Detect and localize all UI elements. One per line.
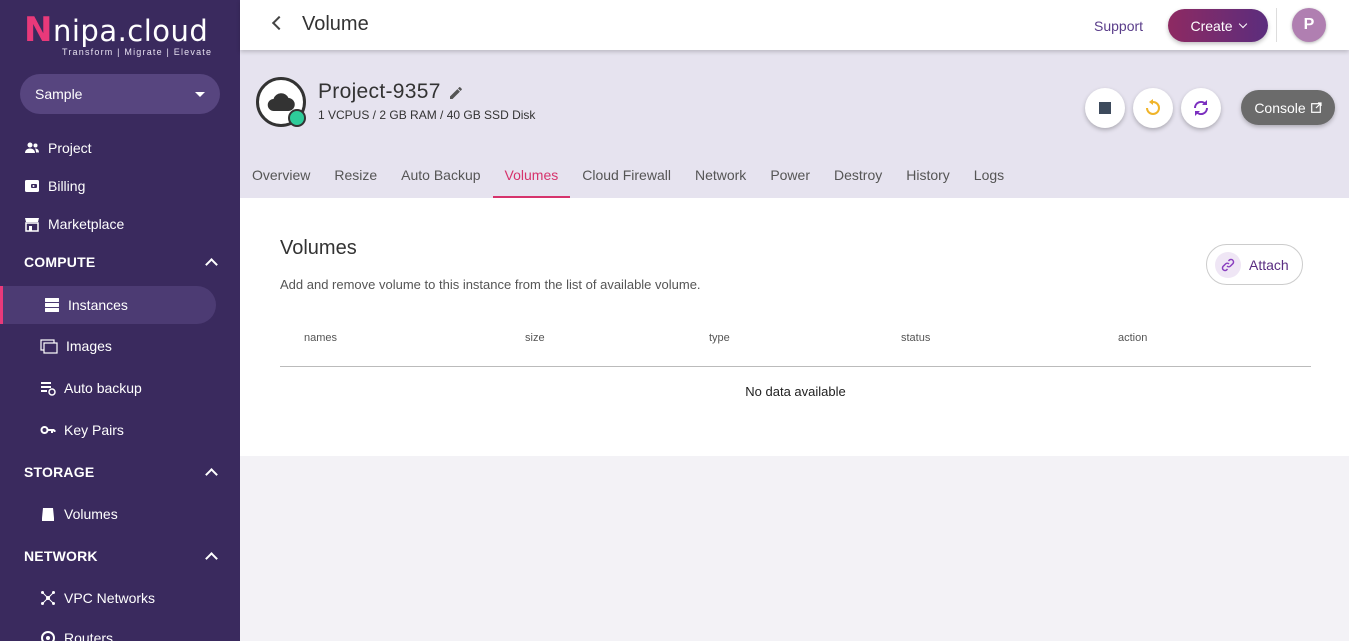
caret-down-icon [195, 91, 205, 97]
tab-power[interactable]: Power [758, 153, 822, 198]
sidebar-item-auto-backup[interactable]: Auto backup [40, 370, 142, 406]
chevron-up-icon [205, 468, 218, 481]
sidebar-item-routers[interactable]: Routers [40, 620, 113, 641]
sidebar-item-label: Images [66, 338, 112, 354]
disk-icon [40, 506, 56, 522]
external-link-icon [1310, 102, 1322, 113]
server-icon [44, 297, 60, 313]
rebuild-button[interactable] [1181, 88, 1221, 128]
people-icon [24, 140, 40, 156]
logo-text: nipa.cloud [52, 14, 209, 48]
key-icon [40, 422, 56, 438]
sidebar-item-project[interactable]: Project [24, 130, 92, 166]
pencil-icon[interactable] [449, 86, 463, 105]
volumes-panel: Volumes Add and remove volume to this in… [240, 198, 1349, 456]
tab-history[interactable]: History [894, 153, 962, 198]
brand-logo[interactable]: Nnipa.cloud Transform | Migrate | Elevat… [24, 13, 213, 57]
divider [1276, 8, 1277, 42]
link-icon [1215, 251, 1241, 278]
images-icon [40, 338, 58, 354]
project-selector-value: Sample [35, 86, 83, 102]
column-header-size[interactable]: size [525, 332, 545, 344]
empty-state-text: No data available [745, 384, 846, 399]
tab-volumes[interactable]: Volumes [492, 153, 571, 198]
attach-button[interactable]: Attach [1206, 244, 1303, 285]
create-button-label: Create [1190, 17, 1233, 34]
tab-cloud-firewall[interactable]: Cloud Firewall [570, 153, 683, 198]
instance-spec: 1 VCPUS / 2 GB RAM / 40 GB SSD Disk [318, 108, 536, 122]
instance-name: Project-9357 [318, 80, 441, 103]
status-indicator [288, 109, 306, 127]
tab-network[interactable]: Network [683, 153, 758, 198]
sidebar-item-label: Key Pairs [64, 422, 124, 438]
sidebar-section-compute[interactable]: COMPUTE [24, 248, 220, 276]
sidebar: Nnipa.cloud Transform | Migrate | Elevat… [0, 0, 240, 641]
tab-overview[interactable]: Overview [240, 153, 322, 198]
support-link[interactable]: Support [1094, 18, 1143, 34]
create-button[interactable]: Create [1168, 9, 1268, 42]
backup-icon [40, 380, 56, 396]
instance-tabs: Overview Resize Auto Backup Volumes Clou… [240, 153, 1016, 198]
column-header-names[interactable]: names [304, 332, 337, 344]
restart-icon [1146, 99, 1160, 115]
section-title: Volumes [280, 237, 357, 259]
sidebar-item-label: Routers [64, 630, 114, 641]
tab-auto-backup[interactable]: Auto Backup [389, 153, 492, 198]
chevron-up-icon [205, 552, 218, 565]
sidebar-item-label: Volumes [64, 506, 118, 522]
attach-button-label: Attach [1249, 256, 1289, 273]
store-icon [24, 216, 40, 232]
tab-destroy[interactable]: Destroy [822, 153, 894, 198]
router-icon [40, 630, 56, 641]
sidebar-item-label: Marketplace [48, 216, 125, 232]
chevron-down-icon [1238, 19, 1247, 29]
column-header-status[interactable]: status [901, 332, 930, 344]
console-button-label: Console [1254, 99, 1306, 116]
project-selector[interactable]: Sample [20, 74, 220, 114]
instance-header: Project-9357 1 VCPUS / 2 GB RAM / 40 GB … [240, 50, 1349, 198]
tab-logs[interactable]: Logs [962, 153, 1016, 198]
column-header-action[interactable]: action [1118, 332, 1147, 344]
console-button[interactable]: Console [1241, 90, 1335, 125]
column-header-type[interactable]: type [709, 332, 730, 344]
sidebar-item-images[interactable]: Images [40, 328, 112, 364]
sidebar-item-instances[interactable]: Instances [44, 287, 128, 323]
sidebar-item-label: Auto backup [64, 380, 142, 396]
avatar[interactable]: P [1292, 8, 1326, 42]
section-label: NETWORK [24, 548, 98, 564]
top-bar: Volume Support Create P [240, 0, 1349, 50]
sidebar-item-label: Project [48, 140, 92, 156]
tab-resize[interactable]: Resize [322, 153, 389, 198]
section-label: COMPUTE [24, 254, 96, 270]
sidebar-item-billing[interactable]: Billing [24, 168, 85, 204]
sidebar-section-storage[interactable]: STORAGE [24, 458, 220, 486]
sidebar-item-volumes[interactable]: Volumes [40, 496, 118, 532]
sidebar-section-network[interactable]: NETWORK [24, 542, 220, 570]
sidebar-item-key-pairs[interactable]: Key Pairs [40, 412, 124, 448]
section-label: STORAGE [24, 464, 95, 480]
stop-button[interactable] [1085, 88, 1125, 128]
logo-letter: N [24, 10, 53, 50]
sidebar-item-label: Billing [48, 178, 86, 194]
section-description: Add and remove volume to this instance f… [280, 277, 701, 292]
sidebar-item-label: VPC Networks [64, 590, 156, 606]
sync-icon [1193, 100, 1209, 116]
sidebar-item-label: Instances [68, 297, 128, 313]
sidebar-item-vpc-networks[interactable]: VPC Networks [40, 580, 155, 616]
network-icon [40, 590, 56, 606]
wallet-icon [24, 178, 40, 194]
sidebar-item-marketplace[interactable]: Marketplace [24, 206, 124, 242]
reboot-button[interactable] [1133, 88, 1173, 128]
back-arrow-icon[interactable] [271, 15, 287, 31]
page-title: Volume [302, 13, 369, 35]
chevron-up-icon [205, 258, 218, 271]
logo-tagline: Transform | Migrate | Elevate [62, 47, 213, 57]
table-divider [280, 366, 1311, 367]
stop-icon [1099, 102, 1111, 114]
